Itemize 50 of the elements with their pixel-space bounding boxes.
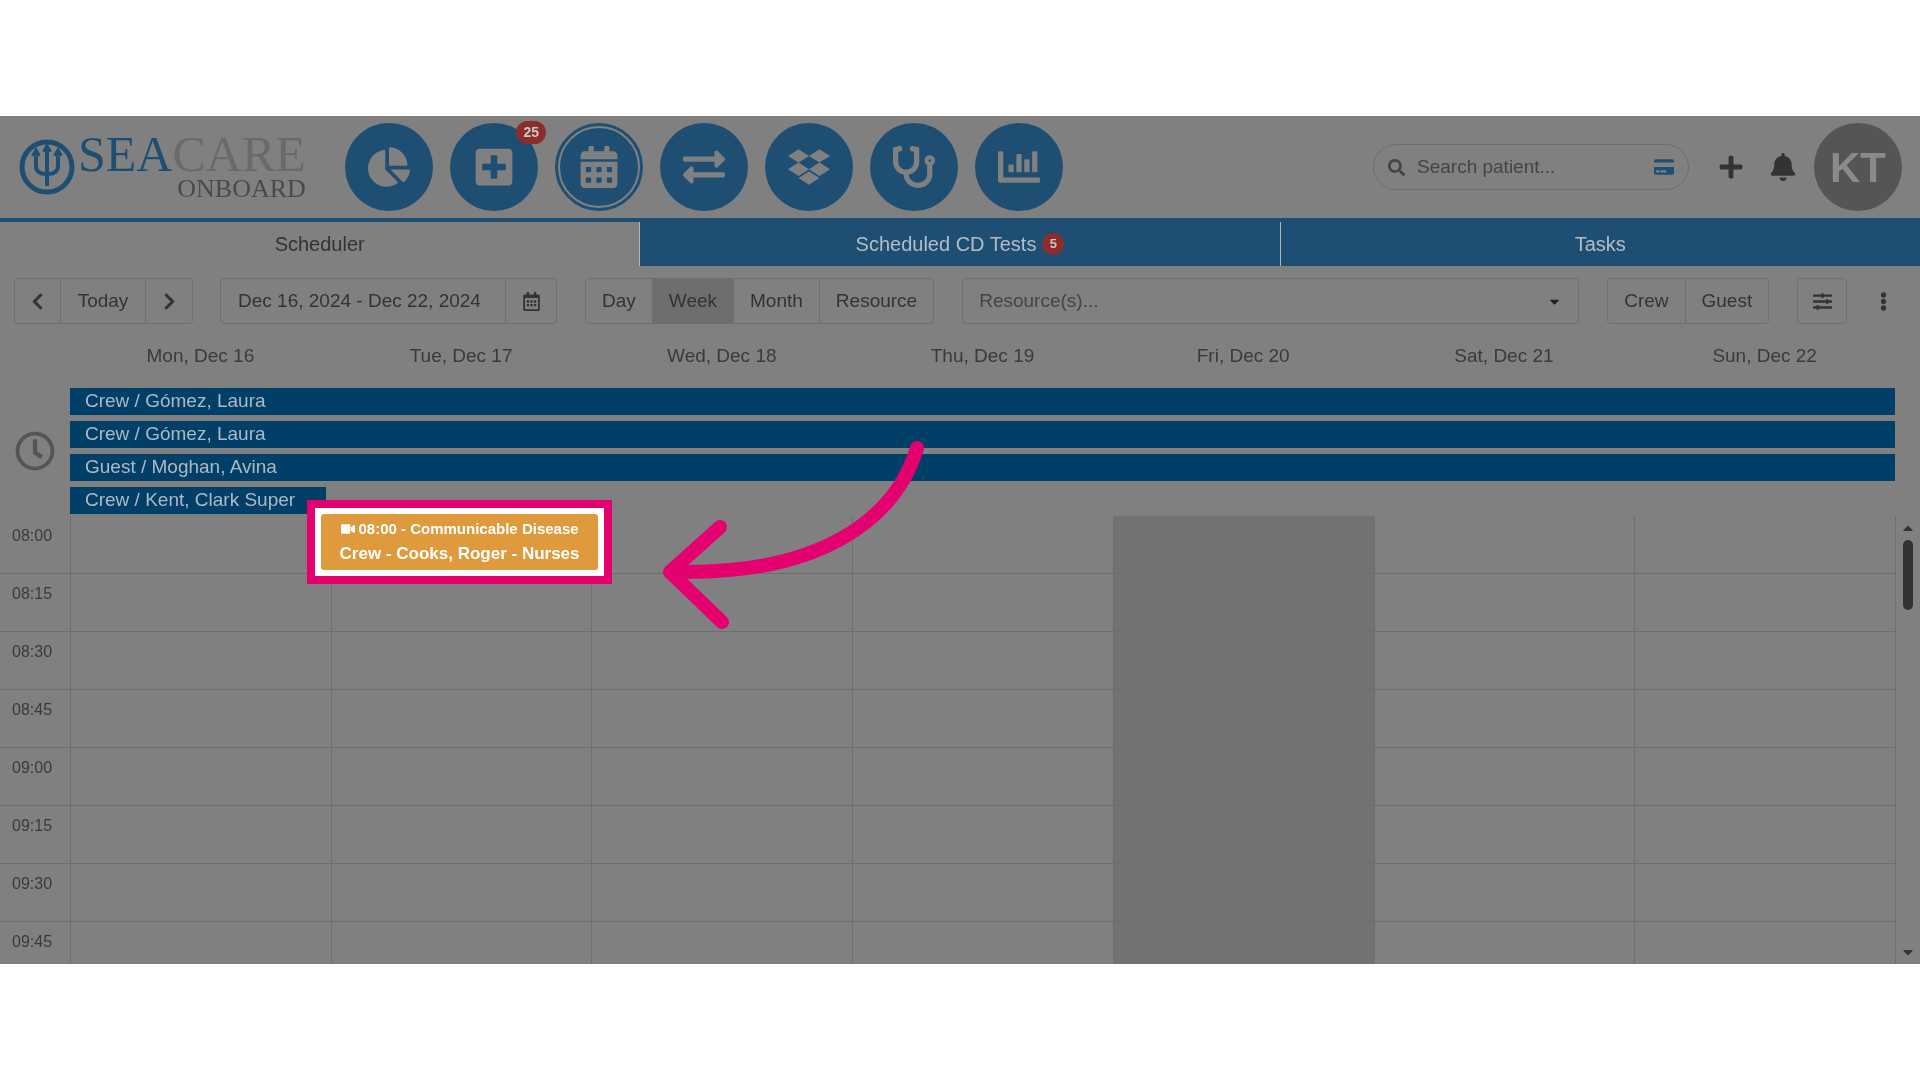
pie-chart-icon — [368, 146, 410, 188]
video-icon — [340, 522, 355, 537]
view-button[interactable]: Week — [651, 279, 734, 323]
stethoscope-icon — [893, 146, 935, 188]
all-day-event[interactable]: Crew / Gómez, Laura — [70, 421, 1895, 448]
scroll-thumb[interactable] — [1903, 540, 1914, 610]
view-button[interactable]: Month — [733, 279, 819, 323]
clock-icon — [15, 431, 55, 471]
search-input[interactable]: Search patient... — [1417, 152, 1642, 182]
view-button[interactable]: Resource — [818, 279, 934, 323]
bell-icon[interactable] — [1769, 153, 1797, 181]
trident-logo-icon — [18, 138, 76, 196]
day-header: Sun, Dec 22 — [1712, 343, 1817, 368]
tab[interactable]: Scheduled CD Tests 5 — [639, 222, 1280, 266]
tab[interactable]: Tasks — [1279, 222, 1920, 266]
time-label: 09:00 — [12, 759, 53, 776]
day-header: Tue, Dec 17 — [409, 343, 513, 368]
time-label: 08:00 — [12, 527, 53, 544]
time-label: 09:15 — [12, 817, 53, 834]
time-label: 08:15 — [12, 585, 53, 602]
view-button[interactable]: Day — [586, 279, 652, 323]
event-card[interactable]: 08:00 - Communicable Disease Crew - Cooks, Roger - Nurses — [320, 514, 599, 570]
event-subtitle: Crew - Cooks, Roger - Nurses — [339, 542, 580, 565]
day-header: Sat, Dec 21 — [1454, 343, 1554, 368]
boxes-icon — [788, 146, 830, 188]
calendar-icon — [521, 291, 541, 311]
add-icon[interactable] — [1718, 154, 1744, 180]
time-label: 09:30 — [12, 875, 53, 892]
all-day-event[interactable]: Crew / Gómez, Laura — [70, 388, 1895, 415]
notification-badge: 25 — [516, 121, 546, 144]
calendar-icon — [578, 146, 620, 188]
day-header: Thu, Dec 19 — [930, 343, 1035, 368]
tab-badge: 5 — [1042, 233, 1065, 255]
time-label: 09:45 — [12, 933, 53, 950]
all-day-event[interactable]: Crew / Kent, Clark Super — [70, 487, 326, 514]
event-title: 08:00 - Communicable Disease — [358, 519, 579, 539]
card-icon — [1654, 157, 1674, 177]
filter-button[interactable]: Guest — [1684, 279, 1769, 323]
day-header: Fri, Dec 20 — [1196, 343, 1290, 368]
time-label: 08:30 — [12, 643, 53, 660]
filter-button[interactable]: Crew — [1608, 279, 1685, 323]
day-header: Mon, Dec 16 — [146, 343, 255, 368]
logo-brand-text: SEA — [78, 132, 173, 176]
search-icon — [1388, 158, 1405, 176]
sliders-icon — [1812, 291, 1832, 311]
settings-button[interactable] — [1797, 278, 1848, 324]
day-header: Wed, Dec 18 — [667, 343, 777, 368]
time-label: 08:45 — [12, 701, 53, 718]
all-day-event[interactable]: Guest / Moghan, Avina — [70, 454, 1895, 481]
resource-select[interactable]: Resource(s)... — [962, 278, 1580, 324]
